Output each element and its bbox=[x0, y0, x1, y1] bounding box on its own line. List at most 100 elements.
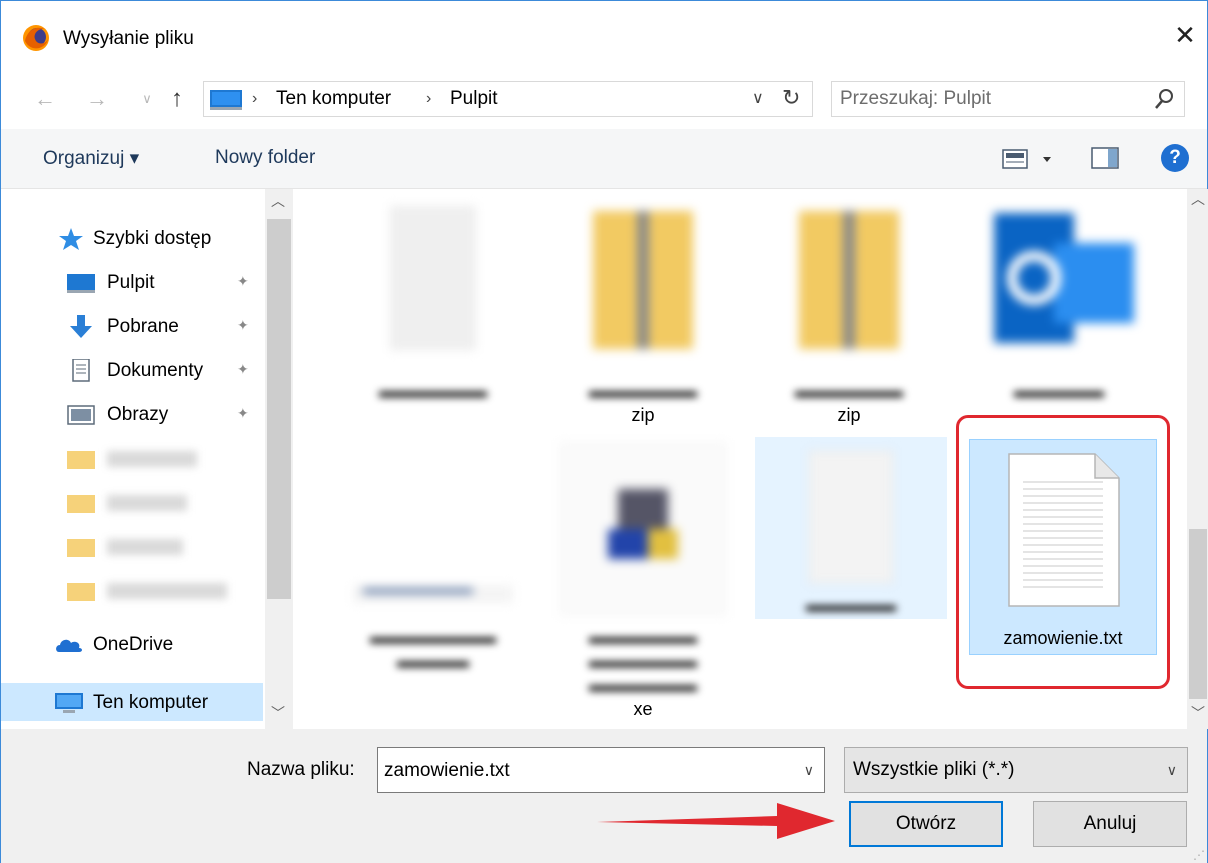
sidebar-item-documents[interactable]: Dokumenty ✦ bbox=[1, 351, 263, 391]
sidebar-item-folder[interactable] bbox=[1, 439, 263, 479]
file-item[interactable]: ▬▬▬▬▬▬ bbox=[333, 203, 533, 403]
chevron-down-icon[interactable]: ∨ bbox=[804, 762, 814, 779]
red-arrow-annotation bbox=[597, 803, 835, 839]
filename-combo: ∨ bbox=[377, 747, 825, 793]
pin-icon: ✦ bbox=[237, 361, 249, 377]
scroll-up-icon[interactable]: ︿ bbox=[271, 191, 285, 211]
cancel-button[interactable]: Anuluj bbox=[1033, 801, 1187, 847]
breadcrumb-this-pc[interactable]: Ten komputer bbox=[276, 88, 391, 110]
scroll-up-icon[interactable]: ︿ bbox=[1191, 189, 1205, 209]
sidebar-item-quick-access[interactable]: Szybki dostęp bbox=[1, 219, 263, 259]
scrollbar-thumb[interactable] bbox=[267, 219, 291, 599]
sidebar-item-label: Ten komputer bbox=[93, 692, 209, 713]
sidebar-item-folder[interactable] bbox=[1, 483, 263, 523]
highlight-box bbox=[956, 415, 1170, 689]
scroll-down-icon[interactable]: ﹀ bbox=[271, 703, 285, 723]
forward-arrow-icon[interactable]: → bbox=[85, 85, 109, 113]
image-thumbnail-icon bbox=[353, 585, 513, 603]
pin-icon: ✦ bbox=[237, 273, 249, 289]
file-name-blurred: ▬▬▬▬▬ bbox=[806, 595, 896, 615]
address-dropdown-icon[interactable]: ∨ bbox=[752, 88, 764, 108]
file-item[interactable]: ▬▬▬▬▬ bbox=[959, 203, 1159, 403]
pin-icon: ✦ bbox=[237, 405, 249, 421]
filename-input[interactable] bbox=[384, 756, 784, 786]
sidebar-scrollbar[interactable]: ︿ ﹀ bbox=[265, 189, 293, 729]
change-view-icon[interactable] bbox=[1001, 146, 1061, 172]
window-title: Wysyłanie pliku bbox=[63, 28, 194, 49]
up-arrow-icon[interactable]: ↑ bbox=[165, 85, 189, 113]
file-name-blurred: ▬▬▬▬▬▬ bbox=[589, 381, 697, 401]
pictures-icon bbox=[67, 405, 95, 425]
document-icon bbox=[390, 206, 476, 350]
help-icon[interactable]: ? bbox=[1161, 144, 1189, 172]
organize-button[interactable]: Organizuj ▾ bbox=[43, 147, 139, 170]
resize-grip-icon[interactable]: ⋰ bbox=[1193, 848, 1205, 862]
sidebar-item-onedrive[interactable]: OneDrive bbox=[1, 625, 263, 665]
sidebar-item-downloads[interactable]: Pobrane ✦ bbox=[1, 307, 263, 347]
computer-icon bbox=[55, 693, 83, 713]
search-icon[interactable] bbox=[1152, 86, 1176, 112]
sidebar-item-desktop[interactable]: Pulpit ✦ bbox=[1, 263, 263, 303]
cloud-icon bbox=[56, 639, 82, 652]
zip-folder-icon bbox=[799, 211, 899, 349]
title-bar: Wysyłanie pliku ✕ bbox=[1, 1, 1207, 73]
file-name-blurred: ▬▬▬▬▬▬ ▬▬▬▬▬▬ ▬▬▬▬▬▬ bbox=[589, 627, 697, 695]
file-item[interactable]: ▬▬▬▬▬▬ ▬▬▬▬▬▬ ▬▬▬▬▬▬ xe bbox=[543, 439, 743, 721]
recent-locations-chevron-icon[interactable]: ∨ bbox=[135, 85, 159, 113]
back-arrow-icon[interactable]: ← bbox=[33, 85, 57, 113]
close-icon[interactable]: ✕ bbox=[1171, 21, 1199, 49]
scrollbar-thumb[interactable] bbox=[1189, 529, 1207, 699]
search-input[interactable] bbox=[840, 85, 1140, 113]
breadcrumb-separator: › bbox=[426, 90, 432, 107]
sidebar-item-label: Szybki dostęp bbox=[93, 228, 212, 249]
blurred-label bbox=[107, 451, 197, 467]
blurred-label bbox=[107, 583, 227, 599]
navigation-pane: Szybki dostęp Pulpit ✦ Pobrane ✦ Dokumen… bbox=[1, 189, 293, 729]
scroll-down-icon[interactable]: ﹀ bbox=[1191, 703, 1205, 723]
folder-icon bbox=[67, 583, 95, 601]
navigation-bar: ← → ∨ ↑ › Ten komputer › Pulpit ∨ ↻ bbox=[1, 73, 1207, 125]
sidebar-item-folder[interactable] bbox=[1, 527, 263, 567]
installer-icon bbox=[559, 442, 727, 616]
file-item[interactable]: ▬▬▬▬▬▬▬ ▬▬▬▬ bbox=[333, 439, 533, 689]
sidebar-item-pictures[interactable]: Obrazy ✦ bbox=[1, 395, 263, 435]
sidebar-item-label: Pulpit bbox=[107, 272, 155, 293]
document-icon bbox=[808, 450, 894, 584]
search-box bbox=[831, 81, 1185, 117]
sidebar-item-folder[interactable] bbox=[1, 571, 263, 611]
pin-icon: ✦ bbox=[237, 317, 249, 333]
folder-icon bbox=[67, 451, 95, 469]
download-arrow-icon bbox=[70, 315, 92, 338]
breadcrumb-separator: › bbox=[252, 90, 258, 107]
address-bar[interactable]: › Ten komputer › Pulpit ∨ ↻ bbox=[203, 81, 813, 117]
sidebar-item-label: Obrazy bbox=[107, 404, 169, 425]
refresh-icon[interactable]: ↻ bbox=[782, 85, 800, 111]
file-open-dialog: Wysyłanie pliku ✕ ← → ∨ ↑ › Ten komputer… bbox=[0, 0, 1208, 863]
outlook-icon bbox=[994, 213, 1134, 343]
preview-pane-icon[interactable] bbox=[1091, 147, 1119, 169]
file-name-blurred: ▬▬▬▬▬ bbox=[1014, 381, 1104, 401]
zip-folder-icon bbox=[593, 211, 693, 349]
firefox-icon bbox=[23, 25, 49, 51]
content-scrollbar[interactable]: ︿ ﹀ bbox=[1187, 189, 1208, 729]
file-type-label: Wszystkie pliki (*.*) bbox=[853, 759, 1015, 780]
file-name-suffix: zip bbox=[837, 405, 861, 425]
file-item[interactable]: ▬▬▬▬▬▬ zip bbox=[543, 203, 743, 427]
file-name-blurred: ▬▬▬▬▬▬▬ ▬▬▬▬ bbox=[370, 627, 496, 671]
folder-icon bbox=[67, 495, 95, 513]
file-name-blurred: ▬▬▬▬▬▬ bbox=[795, 381, 903, 401]
file-item[interactable]: ▬▬▬▬▬ bbox=[755, 437, 947, 619]
file-name-blurred: ▬▬▬▬▬▬ bbox=[379, 381, 487, 401]
file-name-suffix: xe bbox=[633, 699, 653, 719]
sidebar-item-this-pc[interactable]: Ten komputer bbox=[1, 683, 263, 721]
command-bar: Organizuj ▾ Nowy folder ? bbox=[1, 129, 1207, 189]
file-item[interactable]: ▬▬▬▬▬▬ zip bbox=[749, 203, 949, 427]
sidebar-item-label: Pobrane bbox=[107, 316, 179, 337]
sidebar-item-label: Dokumenty bbox=[107, 360, 204, 381]
breadcrumb-desktop[interactable]: Pulpit bbox=[450, 88, 498, 110]
folder-icon bbox=[67, 539, 95, 557]
file-type-select[interactable]: Wszystkie pliki (*.*) ∨ bbox=[844, 747, 1188, 793]
file-name-suffix: zip bbox=[631, 405, 655, 425]
new-folder-button[interactable]: Nowy folder bbox=[215, 147, 315, 169]
open-button[interactable]: Otwórz bbox=[849, 801, 1003, 847]
